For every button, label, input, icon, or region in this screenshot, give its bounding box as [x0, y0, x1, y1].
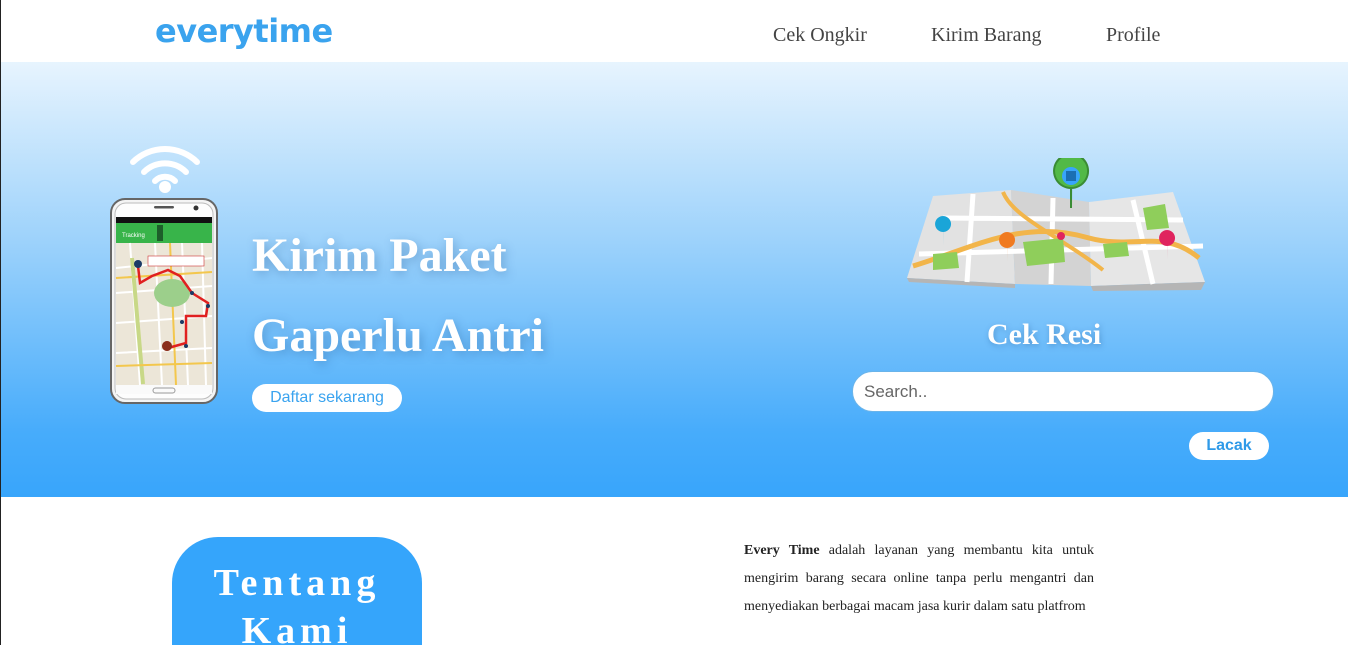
nav-link-cek-ongkir[interactable]: Cek Ongkir	[773, 24, 867, 47]
wifi-icon	[130, 146, 200, 193]
about-title-box: Tentang Kami	[172, 537, 422, 645]
map-pin-illustration	[907, 158, 1205, 291]
about-title: Tentang Kami	[213, 562, 381, 645]
about-brand-name: Every Time	[744, 543, 820, 558]
register-button[interactable]: Daftar sekarang	[252, 384, 402, 412]
phone-app-header: Tracking	[122, 233, 145, 239]
hero-section: Tracking Kirim Paket Gaperlu Antri Dafta…	[1, 62, 1348, 497]
hero-title-line-2: Gaperlu Antri	[252, 309, 545, 362]
nav-link-profile[interactable]: Profile	[1106, 24, 1160, 47]
track-button[interactable]: Lacak	[1189, 432, 1269, 460]
phone-map-illustration: Tracking	[110, 198, 218, 404]
hero-title-line-1: Kirim Paket	[252, 229, 507, 282]
brand-logo[interactable]: everytime	[155, 12, 333, 50]
tracking-search-input[interactable]	[852, 371, 1274, 412]
page: everytime Cek Ongkir Kirim Barang Profil…	[0, 0, 1348, 645]
nav-link-kirim-barang[interactable]: Kirim Barang	[931, 24, 1042, 47]
navbar: everytime Cek Ongkir Kirim Barang Profil…	[1, 0, 1348, 62]
about-description: Every Time adalah layanan yang membantu …	[744, 537, 1094, 621]
cek-resi-title: Cek Resi	[987, 318, 1102, 351]
